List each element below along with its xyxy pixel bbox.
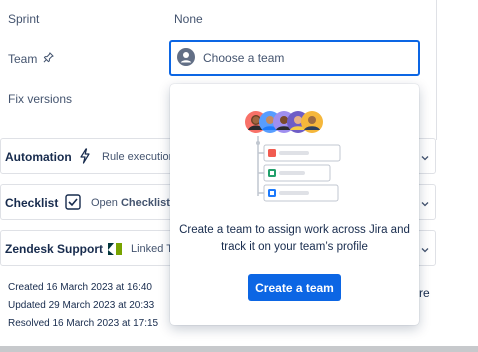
sprint-value[interactable]: None — [174, 12, 203, 26]
chevron-down-icon[interactable] — [421, 243, 429, 253]
configure-link-fragment[interactable]: re — [419, 286, 430, 300]
team-illustration — [245, 111, 341, 202]
open-checklist-bold: Checklist — [120, 197, 170, 209]
team-label: Team — [8, 52, 38, 66]
lightning-icon — [79, 148, 91, 167]
team-select-input[interactable]: Choose a team — [169, 40, 420, 76]
team-dropdown-popup: Create a team to assign work across Jira… — [170, 84, 419, 325]
fix-versions-label: Fix versions — [8, 92, 73, 106]
create-team-button[interactable]: Create a team — [248, 274, 341, 301]
panel-divider — [436, 0, 437, 140]
team-label-row: Team — [8, 52, 54, 66]
open-checklist-prefix: Open — [91, 197, 118, 209]
open-checklist-link[interactable]: Open Checklist — [91, 197, 170, 209]
popup-message: Create a team to assign work across Jira… — [179, 224, 410, 253]
zendesk-title: Zendesk Support — [5, 242, 104, 256]
updated-timestamp: Updated 29 March 2023 at 20:33 — [8, 300, 155, 311]
team-placeholder: Choose a team — [203, 51, 285, 65]
user-avatar-icon — [177, 47, 195, 69]
horizontal-scrollbar[interactable] — [0, 346, 478, 352]
resolved-timestamp: Resolved 16 March 2023 at 17:15 — [8, 318, 159, 329]
zendesk-text: Linked T — [131, 243, 173, 255]
chevron-down-icon[interactable] — [421, 197, 429, 207]
checkbox-icon — [65, 194, 81, 213]
created-timestamp: Created 16 March 2023 at 16:40 — [8, 282, 152, 293]
pin-icon[interactable] — [43, 52, 54, 66]
chevron-down-icon[interactable] — [421, 151, 429, 161]
sprint-label: Sprint — [8, 12, 40, 26]
zendesk-logo-icon — [107, 241, 123, 260]
automation-title: Automation — [5, 150, 72, 164]
automation-text: Rule executions — [102, 151, 181, 163]
checklist-title: Checklist — [5, 196, 59, 210]
